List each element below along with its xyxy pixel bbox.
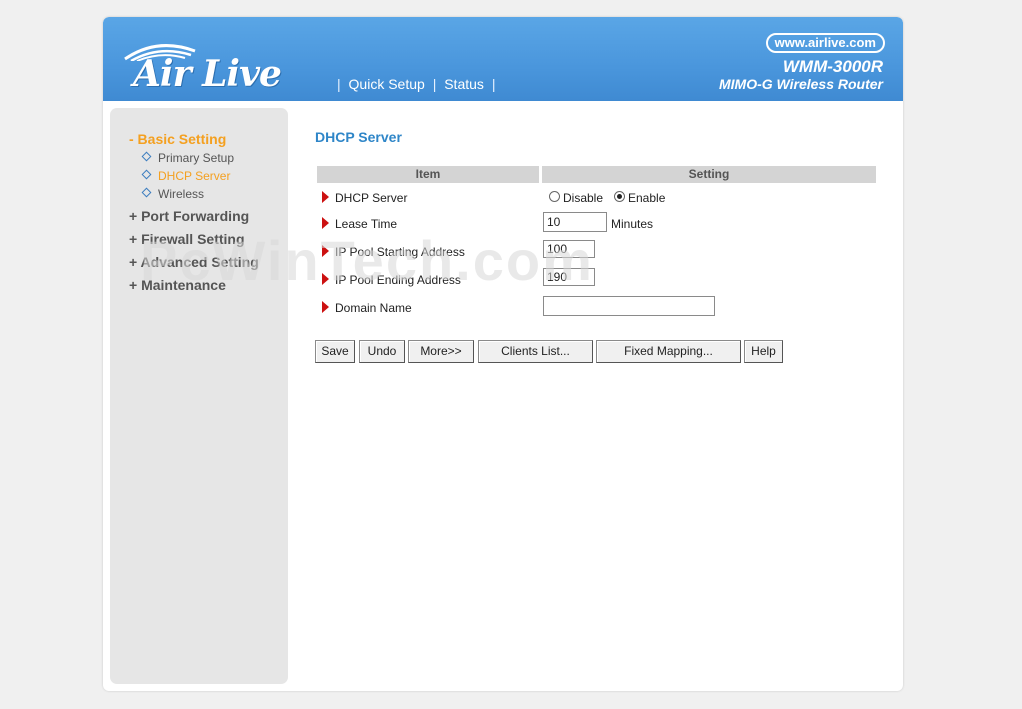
- row-label-domain-name: Domain Name: [322, 300, 412, 315]
- model-name: WMM-3000R: [782, 57, 883, 76]
- table-header-setting: Setting: [542, 166, 876, 183]
- header-banner: Air Live | Quick Setup | Status | www.ai…: [103, 17, 903, 101]
- pool-start-input[interactable]: [543, 240, 595, 258]
- sidebar-group-basic-setting[interactable]: - Basic Setting: [129, 131, 226, 147]
- red-arrow-icon: [322, 245, 329, 257]
- table-header-item: Item: [317, 166, 539, 183]
- red-arrow-icon: [322, 217, 329, 229]
- save-button[interactable]: Save: [315, 340, 355, 363]
- sidebar-menu: - Basic Setting Primary Setup DHCP Serve…: [110, 108, 288, 684]
- sidebar-item-label: Primary Setup: [158, 151, 235, 165]
- nav-quick-setup[interactable]: Quick Setup: [349, 76, 425, 92]
- row-label-text: IP Pool Starting Address: [335, 245, 465, 259]
- more-button[interactable]: More>>: [408, 340, 474, 363]
- row-label-text: DHCP Server: [335, 191, 408, 205]
- website-badge: www.airlive.com: [765, 33, 885, 53]
- red-arrow-icon: [322, 191, 329, 203]
- sidebar-item-wireless[interactable]: Wireless: [141, 187, 205, 201]
- model-subtitle: MIMO-G Wireless Router: [718, 76, 883, 92]
- nav-separator: |: [491, 76, 496, 92]
- nav-separator: |: [432, 76, 437, 92]
- row-label-text: Lease Time: [335, 217, 398, 231]
- diamond-bullet-icon: [141, 151, 152, 162]
- dhcp-enable-radio[interactable]: Enable: [614, 191, 665, 205]
- sidebar-group-advanced-setting[interactable]: + Advanced Setting: [129, 254, 259, 270]
- row-label-text: IP Pool Ending Address: [335, 273, 461, 287]
- row-label-pool-start: IP Pool Starting Address: [322, 244, 465, 259]
- row-label-pool-end: IP Pool Ending Address: [322, 272, 461, 287]
- row-label-text: Domain Name: [335, 301, 412, 315]
- radio-circle-icon: [549, 191, 560, 202]
- sidebar-item-label: DHCP Server: [158, 169, 231, 183]
- help-button[interactable]: Help: [744, 340, 783, 363]
- airlive-logo: Air Live: [121, 39, 311, 95]
- sidebar-group-firewall-setting[interactable]: + Firewall Setting: [129, 231, 245, 247]
- sidebar-item-label: Wireless: [158, 187, 205, 201]
- lease-time-unit: Minutes: [611, 217, 654, 231]
- radio-label: Enable: [628, 191, 666, 205]
- radio-label: Disable: [563, 191, 604, 205]
- nav-status[interactable]: Status: [444, 76, 484, 92]
- nav-separator: |: [337, 76, 341, 92]
- row-label-lease-time: Lease Time: [322, 216, 397, 231]
- sidebar-group-maintenance[interactable]: + Maintenance: [129, 277, 226, 293]
- clients-list-button[interactable]: Clients List...: [478, 340, 593, 363]
- router-admin-window: Air Live | Quick Setup | Status | www.ai…: [103, 17, 903, 691]
- diamond-bullet-icon: [141, 187, 152, 198]
- diamond-bullet-icon: [141, 169, 152, 180]
- sidebar-group-port-forwarding[interactable]: + Port Forwarding: [129, 208, 249, 224]
- lease-time-input[interactable]: [543, 212, 607, 232]
- domain-name-input[interactable]: [543, 296, 715, 316]
- red-arrow-icon: [322, 273, 329, 285]
- undo-button[interactable]: Undo: [359, 340, 405, 363]
- fixed-mapping-button[interactable]: Fixed Mapping...: [596, 340, 741, 363]
- brand-name: Air Live: [133, 53, 282, 95]
- top-navigation: | Quick Setup | Status |: [333, 76, 499, 92]
- page-title: DHCP Server: [315, 129, 402, 145]
- dhcp-disable-radio[interactable]: Disable: [549, 191, 603, 205]
- red-arrow-icon: [322, 301, 329, 313]
- sidebar-item-dhcp-server[interactable]: DHCP Server: [141, 169, 231, 183]
- row-label-dhcp-server: DHCP Server: [322, 190, 407, 205]
- sidebar-item-primary-setup[interactable]: Primary Setup: [141, 151, 235, 165]
- radio-checked-icon: [614, 191, 625, 202]
- pool-end-input[interactable]: [543, 268, 595, 286]
